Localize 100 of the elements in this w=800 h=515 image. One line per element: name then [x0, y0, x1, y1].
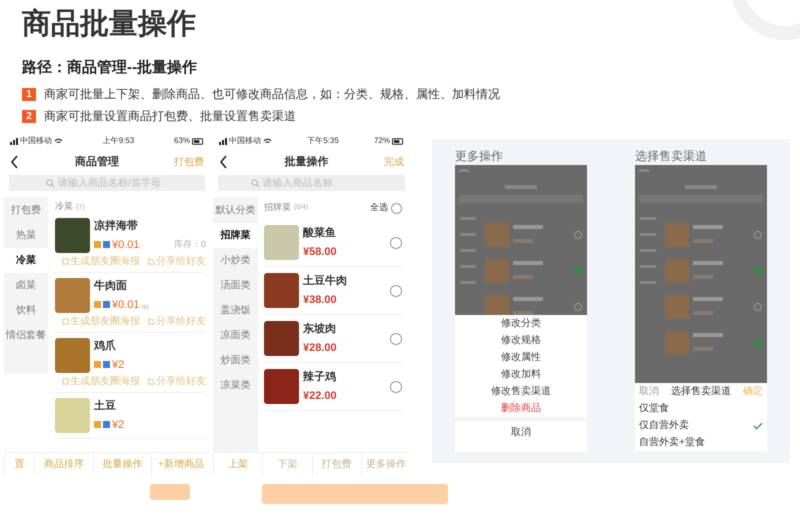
page-title: 商品批量操作 [22, 6, 196, 42]
price-text: ¥0.01 [112, 238, 140, 252]
photo-placeholder [264, 369, 299, 404]
category-tab[interactable]: 打包费 [4, 198, 48, 223]
category-tab[interactable]: 凉菜类 [213, 373, 258, 398]
menu-item[interactable]: 修改售卖渠道 [455, 383, 587, 400]
option-item[interactable]: 仅自营外卖 [635, 417, 767, 434]
product-name: 酸菜鱼 [303, 226, 337, 241]
category-tab[interactable]: 卤菜 [4, 273, 48, 298]
signal-icon [10, 137, 18, 145]
product-name: 土豆牛肉 [303, 274, 348, 289]
share-icon [148, 258, 155, 265]
sheet-title: 选择售卖渠道 [671, 384, 731, 399]
menu-item[interactable]: 修改加料 [455, 366, 587, 383]
photo-placeholder [264, 225, 299, 260]
category-tab[interactable]: 炒面类 [213, 348, 258, 373]
option-item[interactable]: 仅堂食 [635, 400, 767, 417]
menu-item[interactable]: 修改属性 [455, 349, 587, 366]
clock-text: 下午5:35 [307, 136, 339, 146]
wifi-icon [263, 137, 272, 145]
back-icon [10, 155, 19, 169]
path-text: 路径：商品管理--批量操作 [22, 58, 198, 78]
section-title: 招牌菜 [264, 201, 291, 214]
carrier-text: 中国移动 [20, 136, 52, 146]
category-tab[interactable]: 饮料 [4, 298, 48, 323]
number-badge: 1 [22, 88, 36, 100]
toolbar-button[interactable]: 批量操作 [92, 453, 152, 476]
price-text: ¥2 [112, 358, 124, 372]
search-icon [250, 178, 260, 188]
signal-icon [219, 137, 227, 145]
category-tab[interactable]: 默认分类 [213, 198, 258, 223]
product-name: 牛肉面 [94, 278, 128, 294]
radio-button[interactable] [390, 236, 402, 248]
select-all-checkbox[interactable]: 全选 [370, 201, 402, 215]
battery-text: 63% [174, 136, 190, 146]
nav-title: 商品管理 [75, 154, 119, 170]
product-name: 凉拌海带 [94, 218, 139, 234]
price-text: ¥38.00 [303, 292, 338, 308]
photo-placeholder [264, 321, 299, 356]
price-text: ¥2 [112, 418, 124, 432]
copy-icon [62, 318, 69, 325]
category-tab[interactable]: 小炒类 [213, 248, 258, 273]
copy-icon [62, 258, 69, 265]
product-name: 辣子鸡 [303, 370, 337, 385]
section-heading: 更多操作 [455, 148, 504, 165]
menu-item[interactable]: 删除商品 [455, 400, 587, 417]
number-badge: 2 [22, 110, 36, 122]
toolbar-button[interactable]: 商品排序 [34, 453, 93, 476]
nav-title: 批量操作 [284, 154, 328, 170]
toolbar-button[interactable]: 置 [4, 453, 34, 476]
category-tab[interactable]: 凉面类 [213, 323, 258, 348]
nav-action-button[interactable]: 打包费 [174, 154, 204, 170]
note-text: 商家可批量上下架、删除商品、也可修改商品信息，如：分类、规格、属性、加料情况 [44, 86, 500, 102]
category-tab[interactable]: 冷菜 [4, 248, 48, 273]
battery-text: 72% [374, 136, 390, 146]
photo-placeholder [55, 338, 90, 373]
category-tab[interactable]: 汤面类 [213, 273, 258, 298]
back-button[interactable] [219, 155, 229, 169]
radio-button[interactable] [390, 332, 402, 344]
product-name: 东坡肉 [303, 322, 337, 337]
share-icon [148, 318, 155, 325]
cancel-button[interactable]: 取消 [639, 384, 659, 399]
product-name: 鸡爪 [94, 338, 117, 354]
menu-item[interactable]: 修改规格 [455, 332, 587, 349]
highlight-box [150, 484, 190, 500]
product-name: 土豆 [94, 398, 117, 414]
price-text: ¥0.01 [112, 298, 140, 312]
option-item[interactable]: 自营外卖+堂食 [635, 434, 767, 451]
category-tab[interactable]: 招牌菜 [213, 223, 258, 248]
stock-text: 库存：0 [174, 238, 206, 251]
nav-action-button[interactable]: 完成 [384, 154, 404, 170]
category-tab[interactable]: 情侣套餐 [4, 323, 48, 348]
photo-placeholder [264, 273, 299, 308]
note-text: 商家可批量设置商品打包费、批量设置售卖渠道 [44, 108, 296, 124]
toolbar-button[interactable]: 上架 [213, 453, 262, 476]
battery-icon [192, 138, 204, 144]
photo-placeholder [55, 278, 90, 313]
back-button[interactable] [10, 155, 20, 169]
radio-button[interactable] [390, 284, 402, 296]
search-icon [46, 178, 55, 188]
battery-icon [392, 138, 404, 144]
back-icon [219, 155, 228, 169]
clock-text: 上午9:53 [102, 136, 134, 146]
cancel-button[interactable]: 取消 [455, 421, 587, 452]
category-tab[interactable]: 盖浇饭 [213, 298, 258, 323]
price-text: ¥58.00 [303, 244, 338, 260]
price-text: ¥28.00 [303, 340, 338, 356]
photo-placeholder [55, 218, 90, 253]
menu-item[interactable]: 修改分类 [455, 315, 587, 332]
photo-placeholder [55, 398, 90, 433]
radio-button[interactable] [390, 380, 402, 392]
share-icon [148, 378, 155, 385]
category-tab[interactable]: 热菜 [4, 223, 48, 248]
toolbar-button[interactable]: +新增商品 [151, 453, 210, 476]
price-text: ¥22.00 [303, 388, 338, 404]
wifi-icon [54, 137, 63, 145]
carrier-text: 中国移动 [229, 136, 261, 146]
section-title: 冷菜 [55, 200, 73, 212]
section-heading: 选择售卖渠道 [635, 148, 708, 165]
copy-icon [62, 378, 69, 385]
